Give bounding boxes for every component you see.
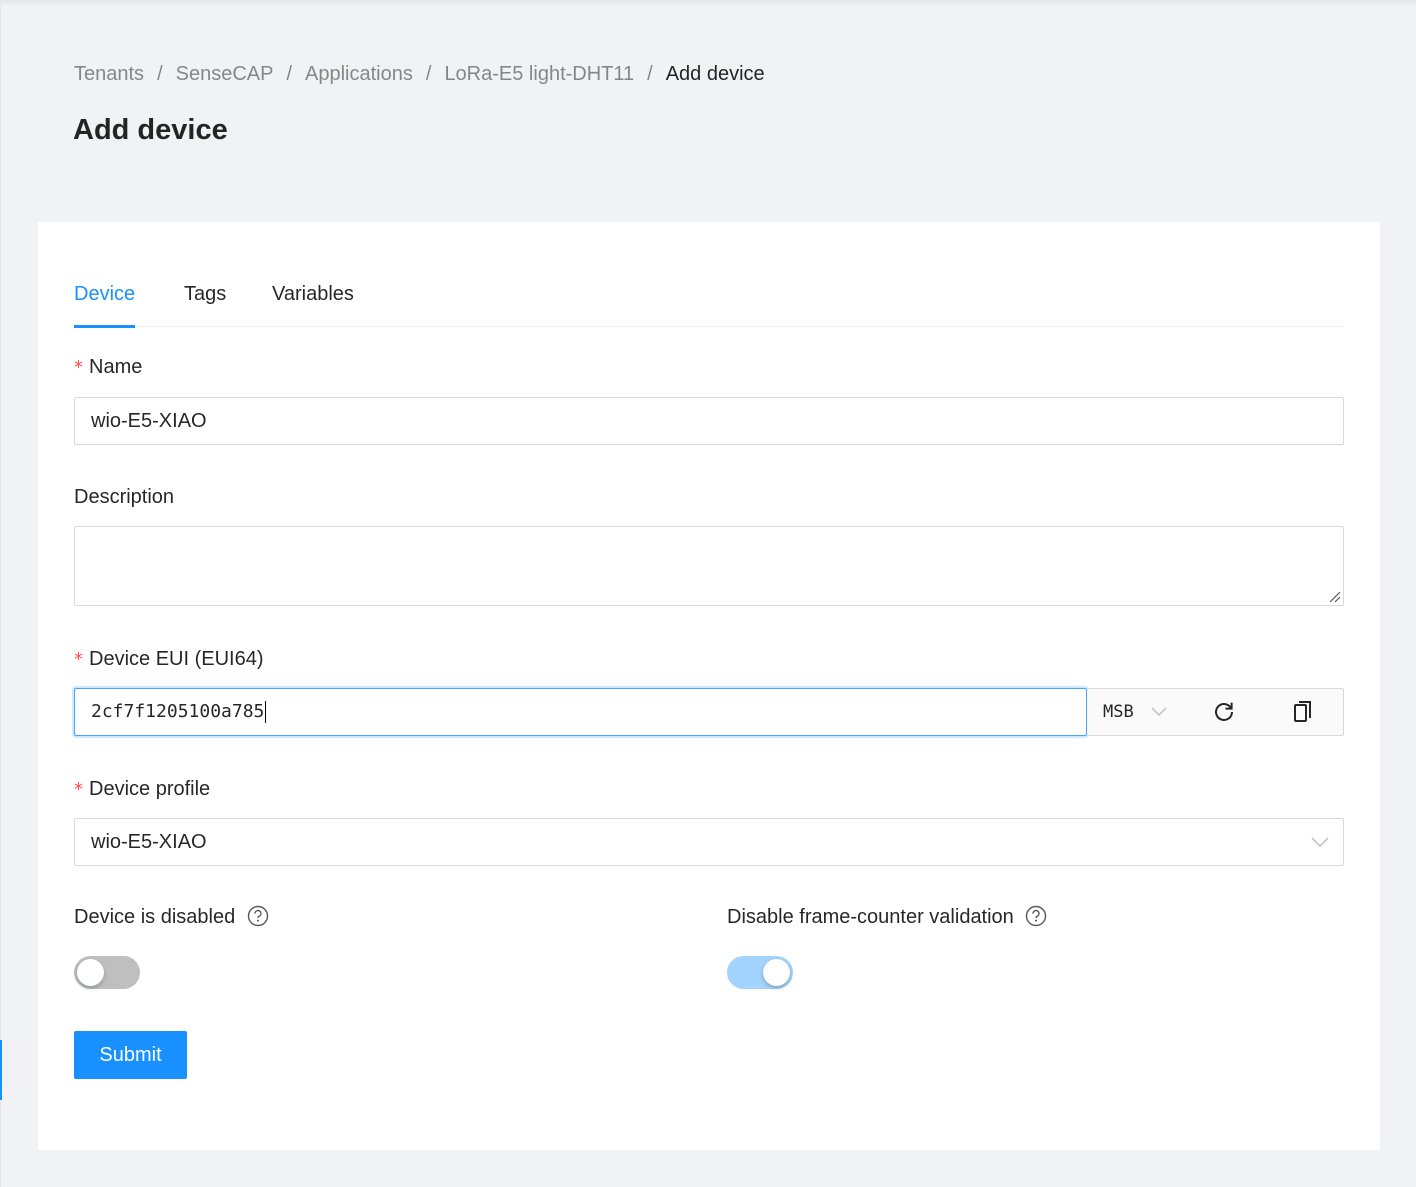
tab-device[interactable]: Device <box>74 280 136 328</box>
question-circle-icon[interactable] <box>1025 905 1047 927</box>
required-mark: * <box>74 779 83 800</box>
submit-button[interactable]: Submit <box>74 1031 187 1079</box>
fcnt-validation-switch[interactable] <box>727 956 793 989</box>
breadcrumb-application[interactable]: LoRa-E5 light-DHT11 <box>444 63 634 86</box>
breadcrumb: Tenants / SenseCAP / Applications / LoRa… <box>74 60 765 88</box>
switch-knob <box>77 959 104 986</box>
left-border <box>0 0 1 1187</box>
text-caret <box>265 701 267 723</box>
dev-eui-label-text: Device EUI (EUI64) <box>89 648 264 670</box>
page-title: Add device <box>73 114 228 146</box>
description-textarea[interactable] <box>74 526 1344 606</box>
name-label: * Name <box>74 356 142 379</box>
device-profile-select[interactable]: wio-E5-XIAO <box>74 818 1344 866</box>
breadcrumb-applications[interactable]: Applications <box>305 63 413 86</box>
breadcrumb-current: Add device <box>665 62 765 85</box>
name-input[interactable]: wio-E5-XIAO <box>74 397 1344 445</box>
fcnt-validation-label: Disable frame-counter validation <box>727 906 1047 929</box>
byte-order-select[interactable]: MSB <box>1103 689 1134 735</box>
left-active-marker <box>0 1040 2 1100</box>
chevron-down-icon[interactable] <box>1151 705 1167 719</box>
breadcrumb-tenants[interactable]: Tenants <box>74 63 144 86</box>
tab-tags[interactable]: Tags <box>184 280 226 327</box>
required-mark: * <box>74 357 83 378</box>
top-shadow <box>0 0 1416 6</box>
breadcrumb-sensecap[interactable]: SenseCAP <box>176 63 274 86</box>
required-mark: * <box>74 649 83 670</box>
name-label-text: Name <box>89 356 143 378</box>
device-disabled-label-text: Device is disabled <box>74 906 236 928</box>
dev-eui-value: 2cf7f1205100a785 <box>91 701 265 722</box>
tab-bar: Device Tags Variables <box>74 272 1344 328</box>
breadcrumb-separator: / <box>286 62 293 85</box>
dev-eui-label: * Device EUI (EUI64) <box>74 648 264 671</box>
device-disabled-switch[interactable] <box>74 956 140 989</box>
breadcrumb-separator: / <box>425 62 432 85</box>
description-label: Description <box>74 486 175 508</box>
copy-icon[interactable] <box>1292 700 1314 724</box>
dev-eui-addon: MSB <box>1087 688 1344 736</box>
device-profile-label: * Device profile <box>74 778 210 801</box>
breadcrumb-separator: / <box>157 62 163 85</box>
device-profile-label-text: Device profile <box>89 778 211 800</box>
refresh-icon[interactable] <box>1212 700 1236 724</box>
switch-knob <box>763 959 790 986</box>
device-disabled-label: Device is disabled <box>74 906 269 929</box>
breadcrumb-separator: / <box>647 62 653 85</box>
form-card: Device Tags Variables * Name wio-E5-XIAO … <box>38 222 1380 1150</box>
tab-variables[interactable]: Variables <box>272 280 354 327</box>
question-circle-icon[interactable] <box>247 905 269 927</box>
device-profile-value: wio-E5-XIAO <box>91 831 207 853</box>
dev-eui-input[interactable]: 2cf7f1205100a785 <box>74 688 1087 736</box>
chevron-down-icon[interactable] <box>1311 835 1329 849</box>
fcnt-validation-label-text: Disable frame-counter validation <box>727 906 1014 928</box>
resize-grip-icon[interactable] <box>1329 591 1341 603</box>
